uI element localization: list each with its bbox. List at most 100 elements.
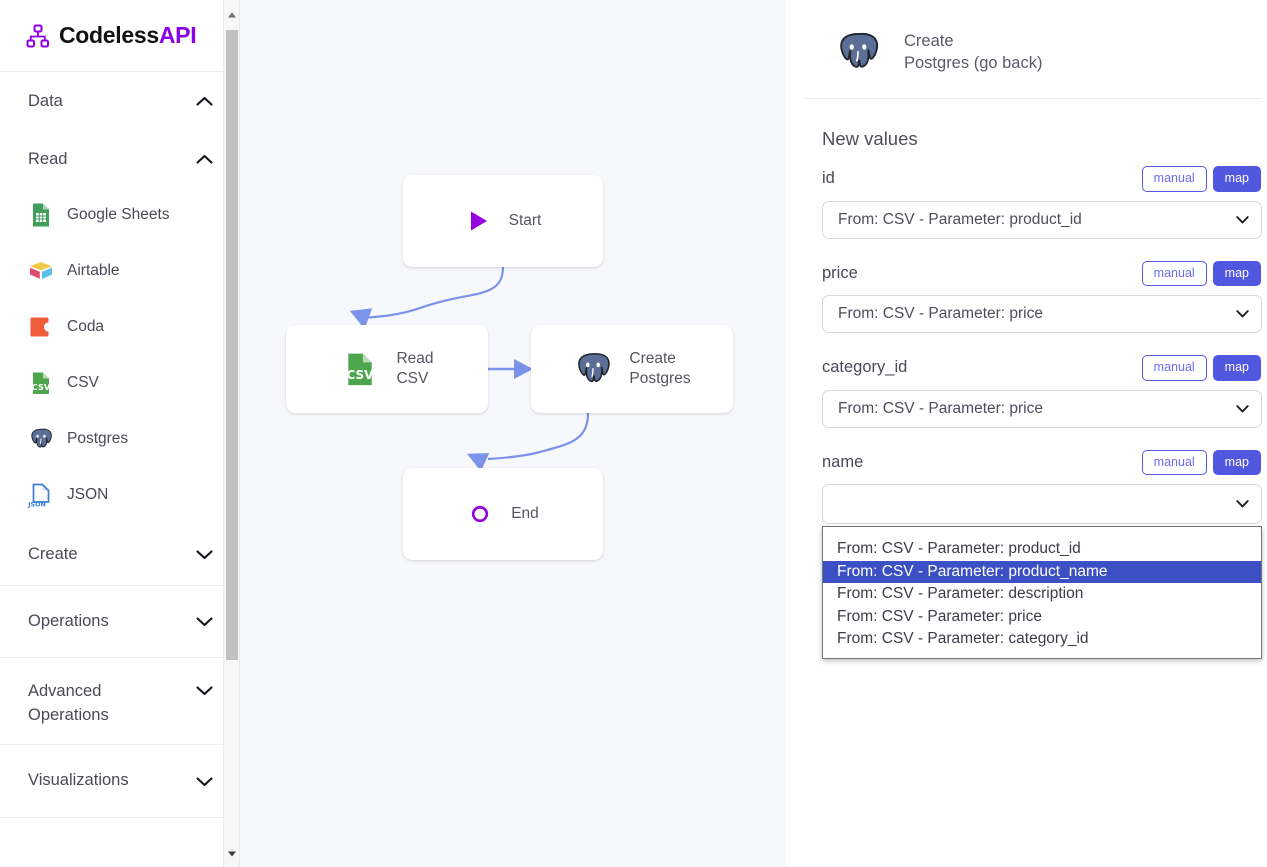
brand-name: CodelessAPI <box>59 22 197 49</box>
field-category-id-manual-button[interactable]: manual <box>1141 355 1207 381</box>
sidebar-item-airtable[interactable]: Airtable <box>0 243 239 299</box>
app-root: CodelessAPI Data Read Google Sheets Airt… <box>0 0 1267 867</box>
sidebar-item-visualizations-label: Visualizations <box>28 771 129 790</box>
sidebar-section-advanced-operations: Advanced Operations <box>0 658 239 745</box>
field-category-id-row: category_id manual map <box>822 355 1262 381</box>
field-name-label: name <box>822 452 864 471</box>
sidebar-item-advanced-operations-label: Advanced Operations <box>28 682 109 724</box>
dropdown-option[interactable]: From: CSV - Parameter: price <box>823 606 1261 629</box>
csv-file-icon: CSV <box>340 349 380 389</box>
flow-node-end-label: End <box>511 505 539 522</box>
field-category-id-select-wrap: From: CSV - Parameter: price <box>822 389 1262 428</box>
properties-panel: Create Postgres (go back) New values id … <box>786 0 1267 867</box>
field-category-id-select[interactable]: From: CSV - Parameter: price <box>822 389 1262 428</box>
field-id-manual-button[interactable]: manual <box>1141 166 1207 192</box>
panel-header-title[interactable]: Create Postgres (go back) <box>904 30 1042 74</box>
sidebar-item-postgres[interactable]: Postgres <box>0 411 239 467</box>
flow-node-read-csv[interactable]: CSV Read CSV <box>286 325 488 413</box>
svg-text:CSV: CSV <box>347 368 375 382</box>
field-price-map-button[interactable]: map <box>1212 260 1261 286</box>
flow-edges <box>349 266 590 472</box>
sidebar-item-operations[interactable]: Operations <box>0 586 239 657</box>
field-name-select[interactable] <box>822 484 1262 524</box>
dropdown-option-selected[interactable]: From: CSV - Parameter: product_name <box>823 560 1261 583</box>
sidebar-item-json[interactable]: JSON JSON <box>0 467 239 523</box>
field-id-select[interactable]: From: CSV - Parameter: product_id <box>822 200 1262 239</box>
sitemap-icon <box>26 24 49 47</box>
chevron-down-icon <box>196 617 213 627</box>
field-name-mode-buttons: manual map <box>1141 449 1261 475</box>
coda-icon <box>30 317 54 337</box>
airtable-icon <box>30 262 52 279</box>
field-name-select-wrap: From: CSV - Parameter: product_id From: … <box>822 484 1262 659</box>
dropdown-option[interactable]: From: CSV - Parameter: category_id <box>823 628 1261 651</box>
svg-text:JSON: JSON <box>28 500 46 508</box>
json-file-icon: JSON <box>28 483 50 508</box>
sidebar-item-operations-label: Operations <box>28 611 109 630</box>
sidebar-item-google-sheets[interactable]: Google Sheets <box>0 187 239 243</box>
field-price-select[interactable]: From: CSV - Parameter: price <box>822 295 1262 333</box>
sidebar-section-operations: Operations <box>0 586 239 658</box>
sidebar-item-create[interactable]: Create <box>0 523 239 585</box>
field-name-row: name manual map <box>822 449 1262 475</box>
scroll-up-arrow-icon[interactable] <box>227 10 237 20</box>
field-name-manual-button[interactable]: manual <box>1141 449 1207 475</box>
sidebar-item-data[interactable]: Data <box>0 72 239 131</box>
chevron-up-icon <box>196 154 213 164</box>
panel-body: New values id manual map From: CSV - Par… <box>804 128 1262 659</box>
chevron-down-icon <box>196 686 213 696</box>
field-category-id-map-button[interactable]: map <box>1212 355 1261 381</box>
field-id-map-button[interactable]: map <box>1212 166 1261 192</box>
sidebar-item-data-label: Data <box>28 91 63 110</box>
sidebar-item-coda-label: Coda <box>67 318 105 335</box>
sidebar: CodelessAPI Data Read Google Sheets Airt… <box>0 0 240 867</box>
field-price-select-wrap: From: CSV - Parameter: price <box>822 295 1262 333</box>
field-category-id: category_id manual map From: CSV - Param… <box>822 355 1262 428</box>
flow-node-create-postgres[interactable]: Create Postgres <box>531 325 733 413</box>
field-price-label: price <box>822 263 858 282</box>
sidebar-item-advanced-operations[interactable]: Advanced Operations <box>0 658 239 744</box>
field-id-mode-buttons: manual map <box>1141 166 1261 192</box>
field-id-row: id manual map <box>822 166 1262 192</box>
sidebar-item-csv[interactable]: CSV CSV <box>0 355 239 411</box>
flow-node-create-postgres-label: Create Postgres <box>629 350 691 387</box>
sidebar-item-google-sheets-label: Google Sheets <box>67 206 170 223</box>
chevron-down-icon <box>196 776 213 786</box>
brand-logo[interactable]: CodelessAPI <box>0 0 239 72</box>
field-price: price manual map From: CSV - Parameter: … <box>822 260 1262 333</box>
new-values-title: New values <box>822 128 918 149</box>
sidebar-scrollbar[interactable] <box>223 0 239 867</box>
sidebar-scrollbar-thumb[interactable] <box>226 30 238 660</box>
sidebar-item-json-label: JSON <box>67 486 109 503</box>
field-price-manual-button[interactable]: manual <box>1141 260 1207 286</box>
sidebar-item-create-label: Create <box>28 544 78 563</box>
postgres-elephant-icon <box>573 349 613 389</box>
field-name-map-button[interactable]: map <box>1212 449 1261 475</box>
sidebar-item-coda[interactable]: Coda <box>0 299 239 355</box>
sidebar-item-read[interactable]: Read <box>0 131 239 187</box>
circle-outline-icon <box>467 494 493 534</box>
sidebar-item-postgres-label: Postgres <box>67 430 129 447</box>
flow-node-read-csv-label: Read CSV <box>396 350 434 387</box>
sidebar-item-read-label: Read <box>28 149 68 168</box>
sidebar-item-csv-label: CSV <box>67 374 99 391</box>
sidebar-section-visualizations: Visualizations <box>0 745 239 818</box>
sidebar-item-visualizations[interactable]: Visualizations <box>0 745 239 817</box>
flow-node-end[interactable]: End <box>403 468 603 560</box>
panel-header: Create Postgres (go back) <box>804 0 1262 99</box>
field-category-id-mode-buttons: manual map <box>1141 355 1261 381</box>
postgres-elephant-icon <box>31 428 52 448</box>
chevron-up-icon <box>196 96 213 106</box>
sidebar-section-data: Data Read Google Sheets Airtable Coda CS… <box>0 72 239 586</box>
scroll-down-arrow-icon[interactable] <box>227 849 237 859</box>
csv-file-icon: CSV <box>32 372 51 394</box>
flow-canvas[interactable]: Start CSV Read CSV Create Postgres End <box>240 0 786 867</box>
field-category-id-label: category_id <box>822 358 908 377</box>
play-triangle-icon <box>465 201 491 241</box>
field-name-dropdown[interactable]: From: CSV - Parameter: product_id From: … <box>822 526 1262 659</box>
chevron-down-icon <box>196 549 213 559</box>
flow-node-start[interactable]: Start <box>403 175 603 267</box>
dropdown-option[interactable]: From: CSV - Parameter: product_id <box>823 538 1261 561</box>
brand-name-accent: API <box>158 22 197 48</box>
dropdown-option[interactable]: From: CSV - Parameter: description <box>823 583 1261 606</box>
